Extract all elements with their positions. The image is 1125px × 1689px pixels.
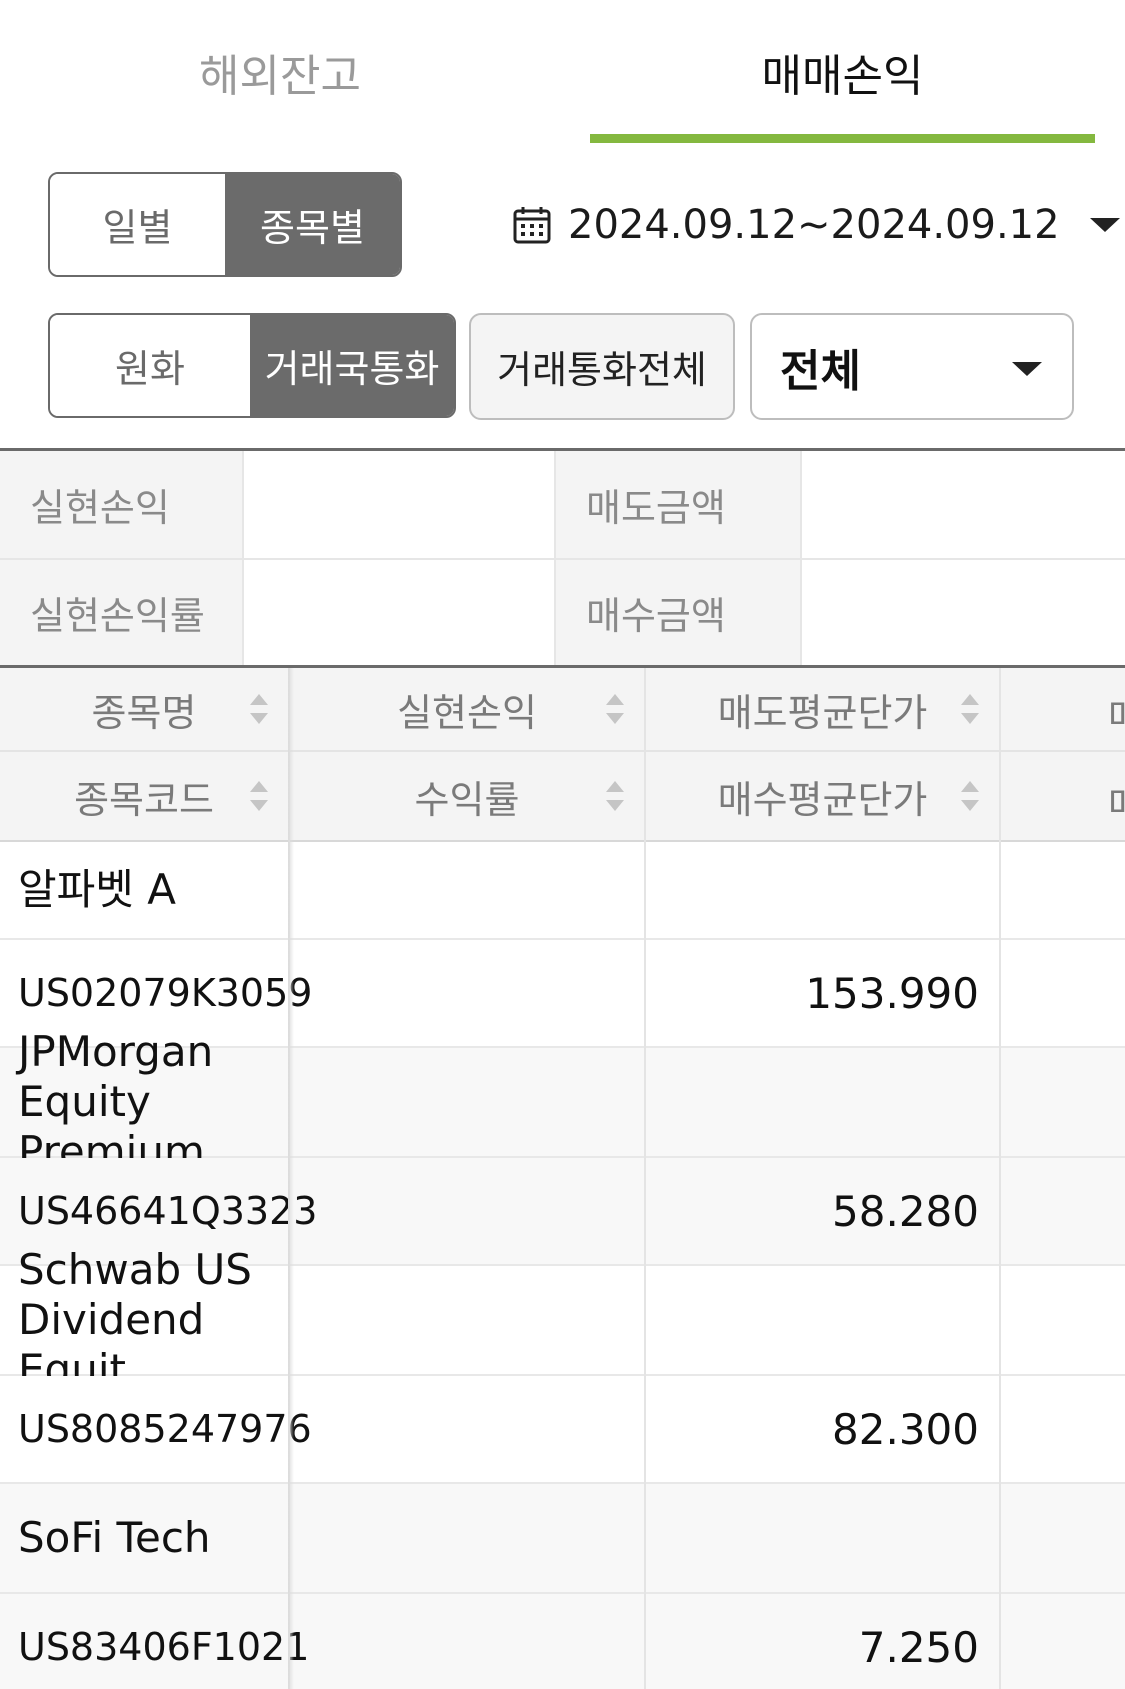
tab-trading-pl[interactable]: 매매손익 (590, 40, 1095, 104)
column-header-avg-sell-price[interactable]: 매도평균단가 (646, 668, 999, 750)
table-row[interactable]: JPMorgan Equity Premium (0, 1027, 1125, 1176)
column-divider (999, 668, 1001, 1689)
top-tabs: 해외잔고 매매손익 (0, 0, 1125, 145)
summary-table: 실현손익 매도금액 실현손익률 매수금액 (0, 448, 1125, 668)
column-header-label: 수익률 (414, 777, 520, 822)
column-header-label: 종목명 (91, 690, 197, 735)
table-row[interactable]: SoFi Tech (0, 1484, 1125, 1594)
realized-pl-rate-label: 실현손익률 (0, 560, 242, 665)
buy-amount-label: 매수금액 (556, 560, 800, 665)
column-header-label: 매도평균단가 (717, 690, 928, 735)
column-divider (644, 668, 646, 1689)
grid-header-row: 종목명 실현손익 매도평균단가 매 (0, 668, 1125, 752)
sort-icon (961, 694, 979, 724)
realized-pl-label: 실현손익 (0, 451, 242, 558)
chevron-down-icon (1089, 218, 1120, 232)
column-header-name[interactable]: 종목명 (0, 668, 288, 750)
filter-select[interactable]: 전체 (750, 313, 1074, 420)
view-toggle: 일별 종목별 (48, 172, 402, 277)
table-row[interactable]: US83406F1021 7.250 (0, 1594, 1125, 1689)
active-tab-indicator (590, 134, 1095, 143)
stock-code: US83406F1021 (18, 1625, 310, 1669)
date-range-text: 2024.09.12~2024.09.12 (568, 202, 1060, 248)
tab-overseas-balance[interactable]: 해외잔고 (80, 40, 480, 104)
table-row[interactable]: 알파벳 A (0, 842, 1125, 940)
column-header-code[interactable]: 종목코드 (0, 752, 288, 840)
sort-icon (606, 781, 624, 811)
krw-toggle-button[interactable]: 원화 (50, 315, 250, 416)
realized-pl-value (244, 451, 554, 558)
stock-name: SoFi Tech (18, 1513, 211, 1562)
sort-icon (606, 694, 624, 724)
stock-name: 알파벳 A (18, 865, 177, 914)
divider (0, 558, 1125, 560)
by-item-toggle-button[interactable]: 종목별 (225, 174, 400, 275)
column-header-label: 실현손익 (397, 690, 537, 735)
divider (242, 451, 244, 665)
column-header-avg-buy-price[interactable]: 매수평균단가 (646, 752, 999, 840)
column-header-cut-off: 매 (1108, 686, 1125, 741)
avg-buy-price: 58.280 (832, 1186, 979, 1236)
avg-buy-price: 7.250 (858, 1622, 979, 1672)
column-header-cut-off: 매 (1108, 774, 1125, 829)
frozen-column-shadow (288, 668, 294, 1689)
table-row[interactable]: Schwab US Dividend Equit (0, 1245, 1125, 1394)
sort-icon (250, 781, 268, 811)
stock-code: US8085247976 (18, 1407, 312, 1451)
grid-header-row: 종목코드 수익률 매수평균단가 매 (0, 752, 1125, 842)
trade-currency-toggle-button[interactable]: 거래국통화 (250, 315, 454, 416)
filter-select-value: 전체 (780, 345, 861, 397)
trade-pl-grid[interactable]: 종목명 실현손익 매도평균단가 매 종목코드 수익률 매수평균단가 매 알파벳 … (0, 668, 1125, 1689)
calendar-icon (513, 207, 551, 244)
stock-name: JPMorgan Equity Premium (18, 1027, 214, 1176)
sell-amount-label: 매도금액 (556, 451, 800, 558)
date-range-picker[interactable]: 2024.09.12~2024.09.12 (512, 198, 1120, 252)
currency-toggle: 원화 거래국통화 (48, 313, 456, 418)
daily-toggle-button[interactable]: 일별 (50, 174, 225, 275)
chevron-down-icon (1012, 362, 1042, 376)
all-currency-button[interactable]: 거래통화전체 (469, 313, 735, 420)
sort-icon (961, 781, 979, 811)
avg-buy-price: 82.300 (832, 1404, 979, 1454)
sort-icon (250, 694, 268, 724)
column-header-return-rate[interactable]: 수익률 (290, 752, 644, 840)
divider (554, 451, 556, 665)
stock-name: Schwab US Dividend Equit (18, 1245, 252, 1394)
column-header-realized-pl[interactable]: 실현손익 (290, 668, 644, 750)
table-row[interactable]: US8085247976 82.300 (0, 1376, 1125, 1484)
divider (800, 451, 802, 665)
column-header-label: 매수평균단가 (717, 777, 928, 822)
avg-buy-price: 153.990 (805, 968, 979, 1018)
realized-pl-rate-value (244, 560, 554, 665)
sell-amount-value (802, 451, 1125, 558)
column-header-label: 종목코드 (74, 777, 214, 822)
buy-amount-value (802, 560, 1125, 665)
